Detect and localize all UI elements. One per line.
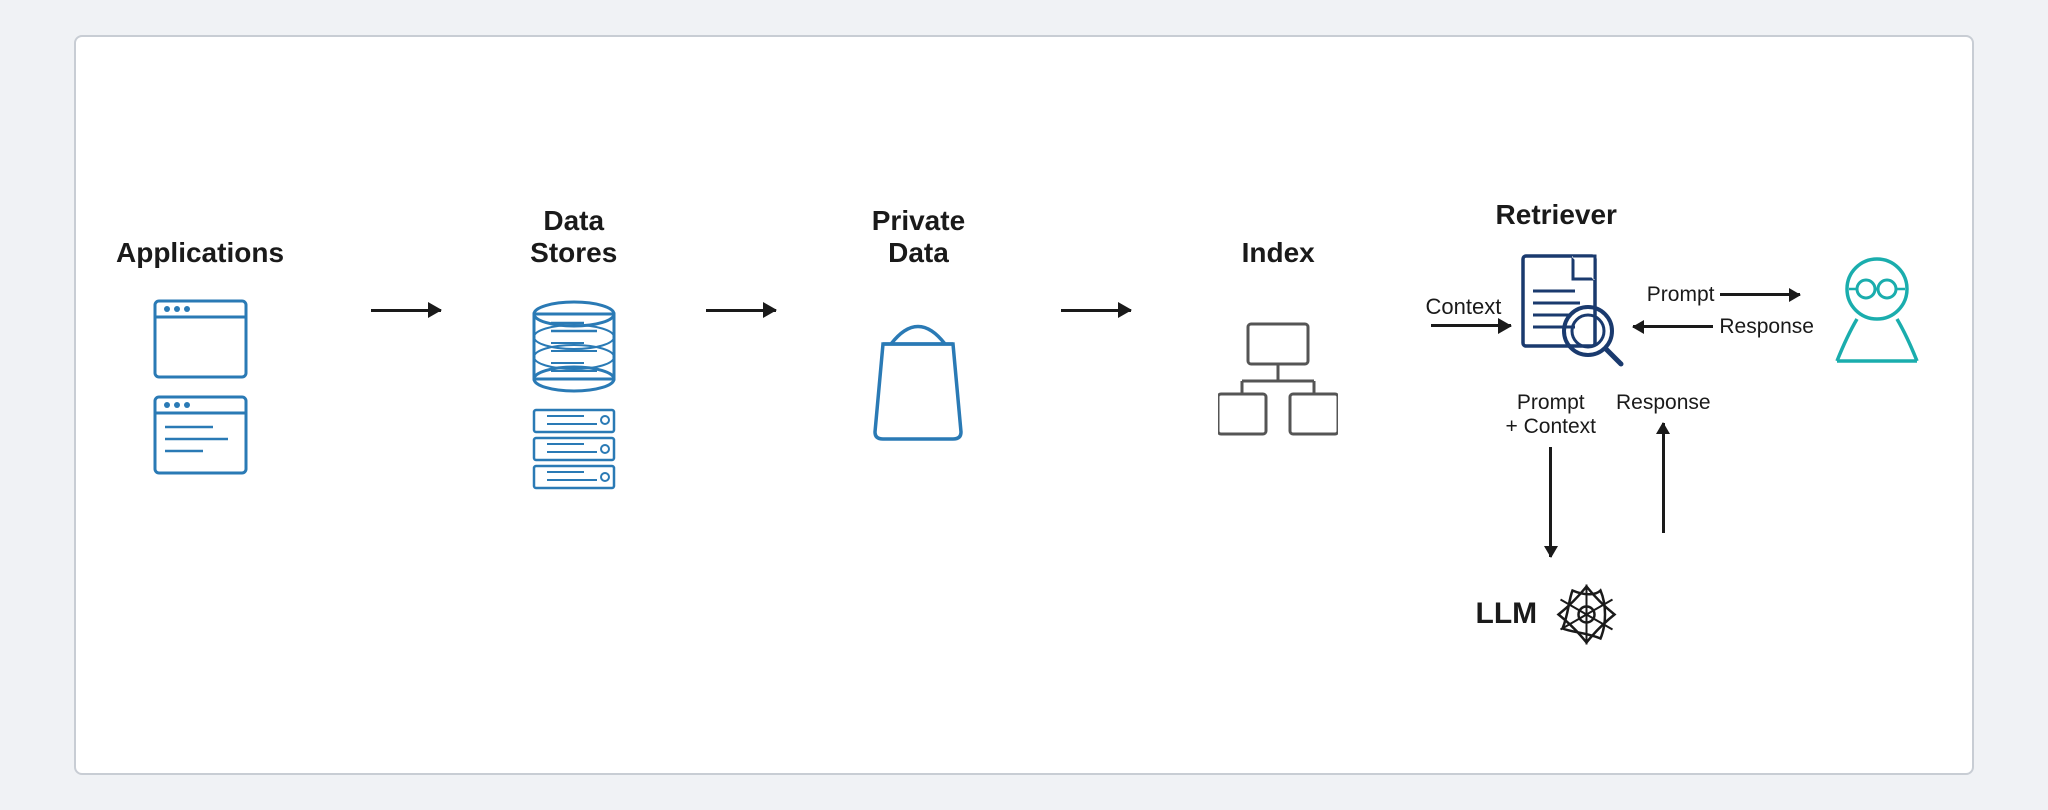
bucket-icon	[863, 314, 973, 444]
index-hierarchy-icon	[1218, 319, 1338, 439]
section-applications: Applications	[116, 199, 284, 475]
retriever-label-row: Retriever	[1496, 199, 1617, 231]
database-icon	[529, 299, 619, 394]
server-icon	[529, 408, 619, 493]
up-arrow-line	[1662, 423, 1665, 533]
llm-row: LLM	[1476, 577, 1625, 652]
prompt-row: Prompt	[1647, 283, 1801, 307]
down-arrow-line	[1549, 447, 1552, 557]
datastores-icon	[529, 289, 619, 493]
arrow-apps-to-datastores	[371, 309, 441, 312]
response-label: Response	[1719, 315, 1814, 339]
retriever-main-row: Context	[1426, 251, 1932, 371]
response-row: Response	[1633, 315, 1814, 339]
retriever-label: Retriever	[1496, 199, 1617, 231]
context-arrow-line	[1431, 324, 1511, 327]
private-data-icon	[863, 289, 973, 469]
arrow-datastores-to-private	[706, 309, 776, 312]
retriever-area: Retriever Context	[1426, 199, 1932, 652]
user-icon	[1822, 251, 1932, 371]
response-vert-group: Response	[1616, 391, 1711, 533]
prompt-response-arrows: Prompt Response	[1633, 283, 1814, 339]
section-datastores: Data Stores	[529, 199, 619, 493]
context-arrow-group: Context	[1426, 294, 1512, 327]
window-icon-1	[153, 299, 248, 379]
datastore-icons	[529, 299, 619, 493]
vertical-arrows-section: Prompt + Context Response	[1506, 391, 1711, 557]
prompt-context-group: Prompt + Context	[1506, 391, 1596, 557]
response-vert-label: Response	[1616, 391, 1711, 415]
openai-icon	[1549, 577, 1624, 652]
context-label: Context	[1426, 294, 1502, 320]
diagram-container: Applications	[74, 35, 1974, 775]
diagram-inner: Applications	[116, 159, 1932, 652]
index-label: Index	[1242, 199, 1315, 269]
applications-label: Applications	[116, 199, 284, 269]
app-icons	[153, 299, 248, 475]
window-icon-2	[153, 395, 248, 475]
retriever-icon	[1515, 251, 1625, 371]
index-icon	[1218, 289, 1338, 469]
applications-icon	[153, 289, 248, 475]
llm-label: LLM	[1476, 597, 1538, 631]
datastores-label: Data Stores	[530, 199, 617, 269]
prompt-context-label: Prompt + Context	[1506, 391, 1596, 439]
arrow-private-to-index	[1061, 309, 1131, 312]
private-data-label: Private Data	[872, 199, 965, 269]
section-private-data: Private Data	[863, 199, 973, 469]
section-index: Index	[1218, 199, 1338, 469]
prompt-label: Prompt	[1647, 283, 1715, 307]
